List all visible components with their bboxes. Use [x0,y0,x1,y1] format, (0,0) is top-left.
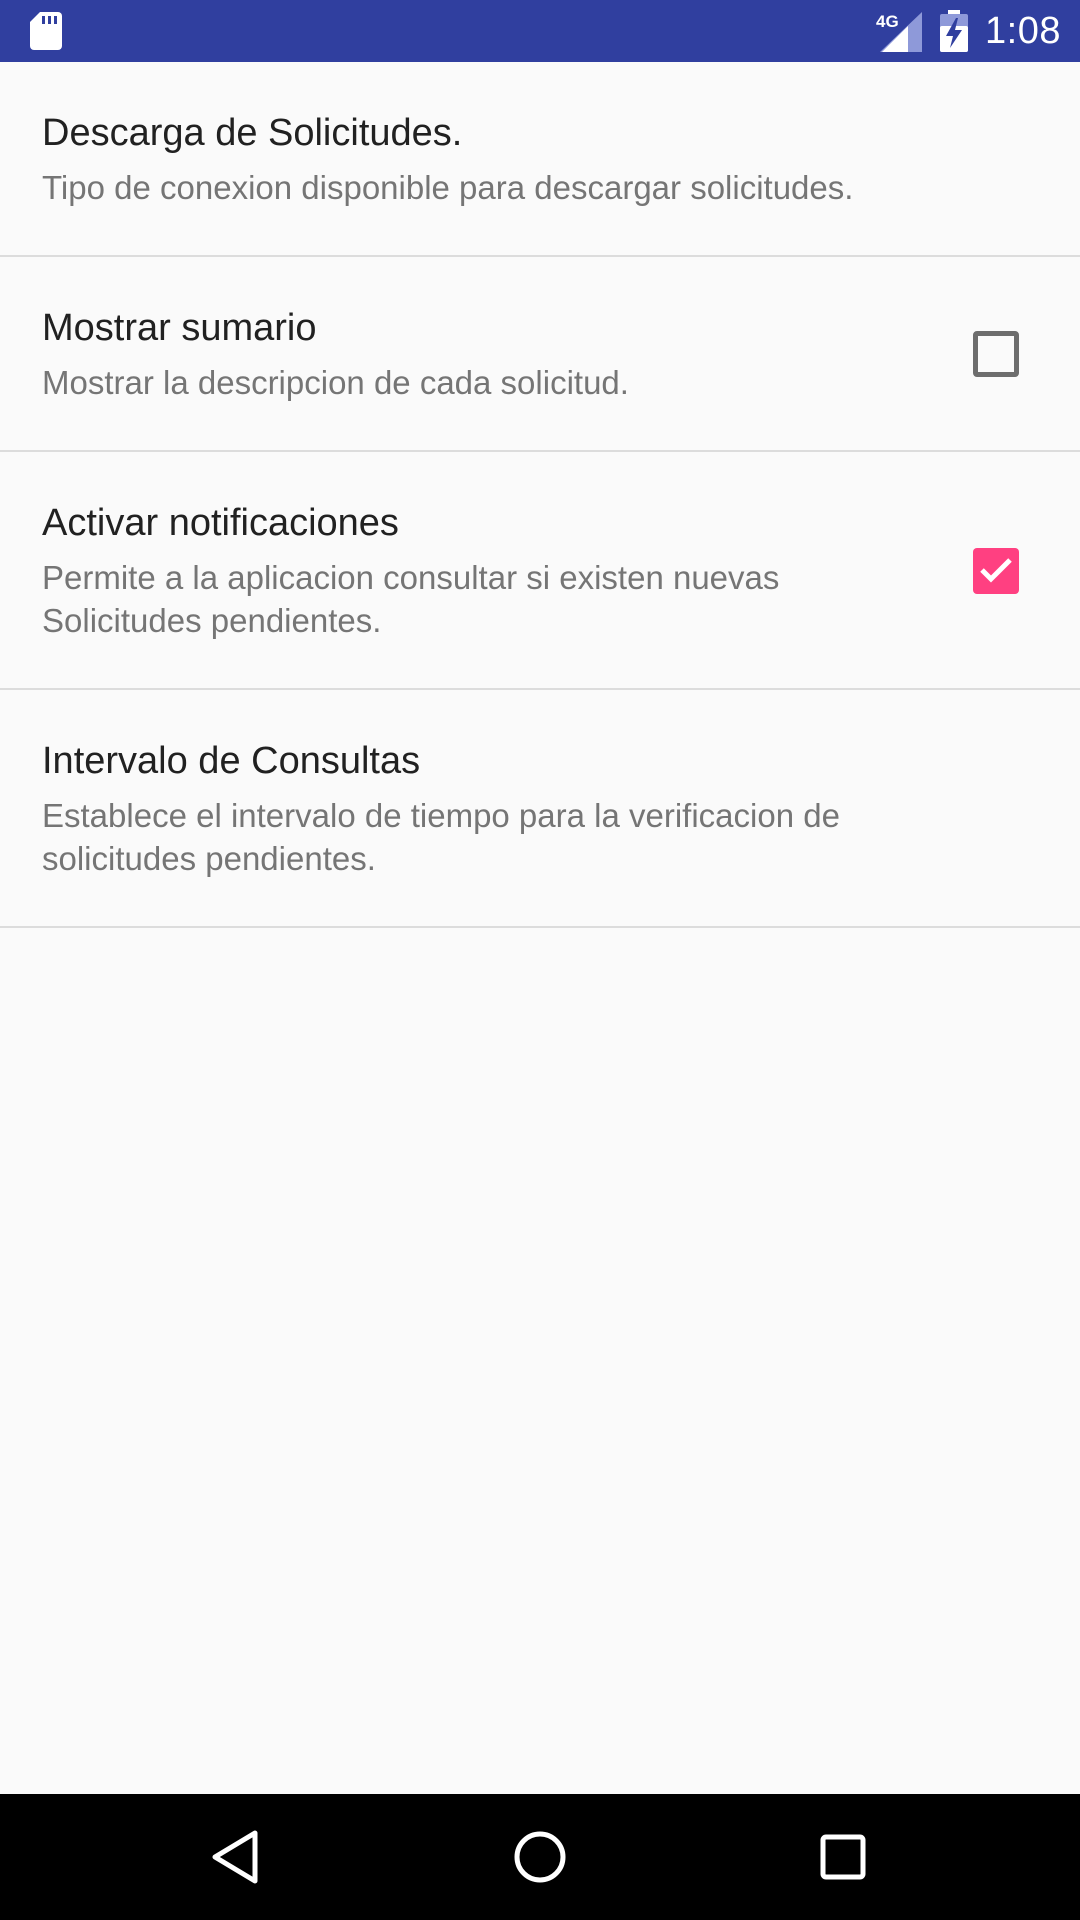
clock: 1:08 [985,10,1061,52]
pref-item-activar-notificaciones[interactable]: Activar notificaciones Permite a la apli… [0,452,1080,690]
pref-item-descarga[interactable]: Descarga de Solicitudes. Tipo de conexio… [0,62,1080,257]
home-icon[interactable] [510,1827,570,1887]
pref-summary: Tipo de conexion disponible para descarg… [42,169,854,206]
signal-icon [880,12,922,52]
navigation-bar [0,1794,1080,1920]
battery-charging-icon [940,10,968,52]
activar-notificaciones-checkbox[interactable] [973,548,1019,594]
preferences-list: Descarga de Solicitudes. Tipo de conexio… [0,62,1080,928]
pref-item-intervalo-consultas[interactable]: Intervalo de Consultas Establece el inte… [0,690,1080,928]
status-bar: 4G 1:08 [0,0,1080,62]
pref-summary: Permite a la aplicacion consultar si exi… [42,559,780,639]
mostrar-sumario-checkbox[interactable] [973,331,1019,377]
sd-card-icon [30,12,62,50]
back-icon[interactable] [207,1827,267,1887]
pref-title: Intervalo de Consultas [42,740,421,782]
pref-summary: Mostrar la descripcion de cada solicitud… [42,364,629,401]
checkmark-icon [980,558,1012,583]
pref-item-mostrar-sumario[interactable]: Mostrar sumario Mostrar la descripcion d… [0,257,1080,452]
pref-title: Descarga de Solicitudes. [42,112,463,154]
recents-icon[interactable] [813,1827,873,1887]
pref-title: Mostrar sumario [42,307,317,349]
pref-title: Activar notificaciones [42,502,399,544]
pref-summary: Establece el intervalo de tiempo para la… [42,797,840,877]
